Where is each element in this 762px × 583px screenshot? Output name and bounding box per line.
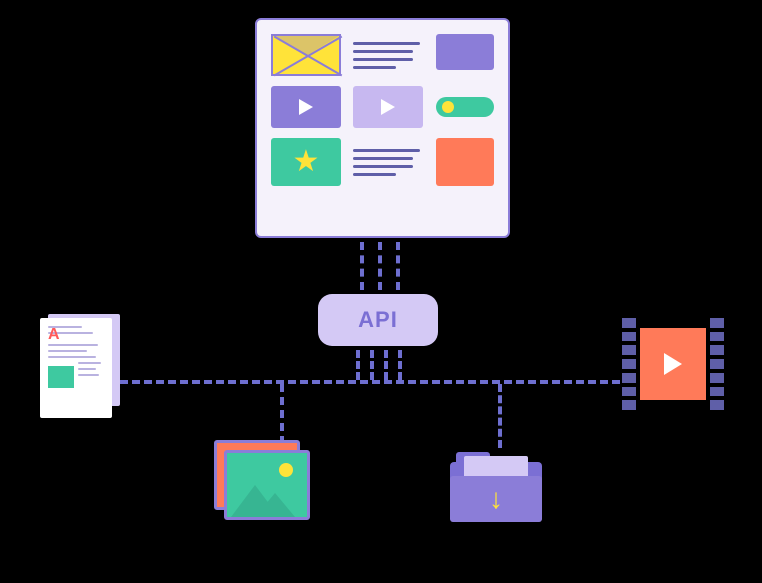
connector: [378, 242, 382, 290]
connector: [498, 384, 502, 448]
connector: [280, 384, 284, 444]
download-icon: ↓: [489, 483, 503, 515]
purple-block-icon: [436, 34, 494, 70]
api-label: API: [358, 307, 398, 333]
video-thumbnail-icon: [271, 86, 341, 128]
film-video-node: [622, 318, 724, 410]
api-hub: API: [318, 294, 438, 346]
orange-block-icon: [436, 138, 494, 186]
envelope-icon: [271, 34, 341, 76]
play-icon: [664, 353, 682, 375]
document-letter-icon: A: [48, 326, 60, 344]
document-node: A: [40, 318, 112, 418]
text-lines: [353, 138, 424, 186]
video-thumbnail-icon: [353, 86, 423, 128]
connector: [384, 350, 388, 380]
connector: [370, 350, 374, 380]
connector: [356, 350, 360, 380]
images-node: [224, 450, 310, 520]
connector: [120, 380, 620, 384]
film-sprocket-icon: [710, 318, 724, 410]
connector: [360, 242, 364, 290]
toggle-icon: [436, 97, 494, 117]
connector: [396, 242, 400, 290]
star-tile-icon: ★: [271, 138, 341, 186]
sun-icon: [279, 463, 293, 477]
inline-image-icon: [48, 366, 74, 388]
mountain-icon: [255, 493, 295, 517]
api-architecture-diagram: ★ API A: [0, 0, 762, 583]
film-sprocket-icon: [622, 318, 636, 410]
connector: [398, 350, 402, 380]
webpage-node: ★: [255, 18, 510, 238]
text-lines: [353, 34, 424, 76]
folder-node: ↓: [450, 452, 542, 522]
film-frame-icon: [640, 328, 706, 400]
